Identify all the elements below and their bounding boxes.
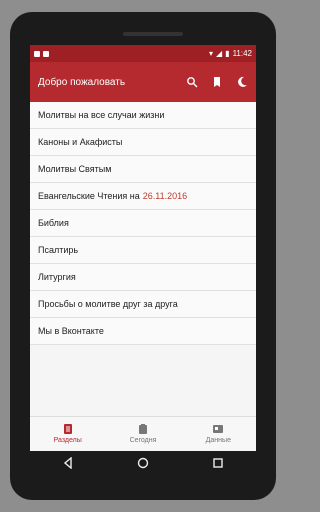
tab-data[interactable]: Данные	[181, 417, 256, 451]
home-icon[interactable]	[137, 456, 149, 474]
status-bar: ▾ ◢ ▮ 11:42	[30, 45, 256, 62]
moon-icon[interactable]	[236, 76, 248, 88]
status-left	[34, 50, 49, 57]
status-time: 11:42	[232, 49, 252, 58]
notification-icon	[34, 50, 40, 57]
android-icon	[43, 50, 49, 57]
list-item[interactable]: Литургия	[30, 264, 256, 291]
recents-icon[interactable]	[212, 456, 224, 474]
speaker-grille	[123, 32, 183, 36]
list-item[interactable]: Евангельские Чтения на 26.11.2016	[30, 183, 256, 210]
list-item[interactable]: Мы в Вконтакте	[30, 318, 256, 345]
list-item-label: Каноны и Акафисты	[38, 137, 123, 147]
tab-sections-label: Разделы	[53, 437, 82, 444]
list-item[interactable]: Молитвы на все случаи жизни	[30, 102, 256, 129]
list-item-label: Молитвы Святым	[38, 164, 112, 174]
reading-date: 26.11.2016	[142, 191, 188, 201]
battery-icon: ▮	[225, 49, 230, 58]
list-item[interactable]: Псалтирь	[30, 237, 256, 264]
signal-icon: ◢	[216, 49, 223, 58]
back-icon[interactable]	[62, 456, 74, 474]
tab-data-label: Данные	[205, 437, 231, 444]
bookmark-icon[interactable]	[211, 76, 223, 88]
list-item-label: Литургия	[38, 272, 76, 282]
app-title: Добро пожаловать	[38, 76, 126, 88]
list-item-label: Мы в Вконтакте	[38, 326, 104, 336]
system-nav-bar	[30, 451, 256, 479]
wifi-icon: ▾	[208, 49, 213, 58]
app-screen: ▾ ◢ ▮ 11:42 Добро пожаловать Молитвы на …	[30, 45, 256, 451]
tab-today[interactable]: Сегодня	[105, 417, 180, 451]
search-icon[interactable]	[186, 76, 198, 88]
list-item[interactable]: Молитвы Святым	[30, 156, 256, 183]
list-item-label: Просьбы о молитве друг за друга	[38, 299, 178, 309]
app-bar: Добро пожаловать	[30, 62, 256, 102]
list-item-label: Евангельские Чтения на	[38, 191, 140, 201]
list-item[interactable]: Просьбы о молитве друг за друга	[30, 291, 256, 318]
tab-today-label: Сегодня	[129, 437, 157, 444]
list-item-label: Молитвы на все случаи жизни	[38, 110, 165, 120]
list-item[interactable]: Каноны и Акафисты	[30, 129, 256, 156]
list-item-label: Псалтирь	[38, 245, 79, 255]
id-card-icon	[213, 425, 224, 433]
sections-icon	[63, 424, 72, 434]
list-item[interactable]: Библия	[30, 210, 256, 237]
section-list: Молитвы на все случаи жизни Каноны и Ака…	[30, 102, 256, 345]
status-right: ▾ ◢ ▮ 11:42	[209, 49, 252, 58]
tab-sections[interactable]: Разделы	[30, 417, 105, 451]
app-actions	[186, 76, 248, 88]
list-item-label: Библия	[38, 218, 69, 228]
bottom-navigation: Разделы Сегодня Данные	[30, 416, 256, 451]
clipboard-icon	[138, 424, 147, 434]
